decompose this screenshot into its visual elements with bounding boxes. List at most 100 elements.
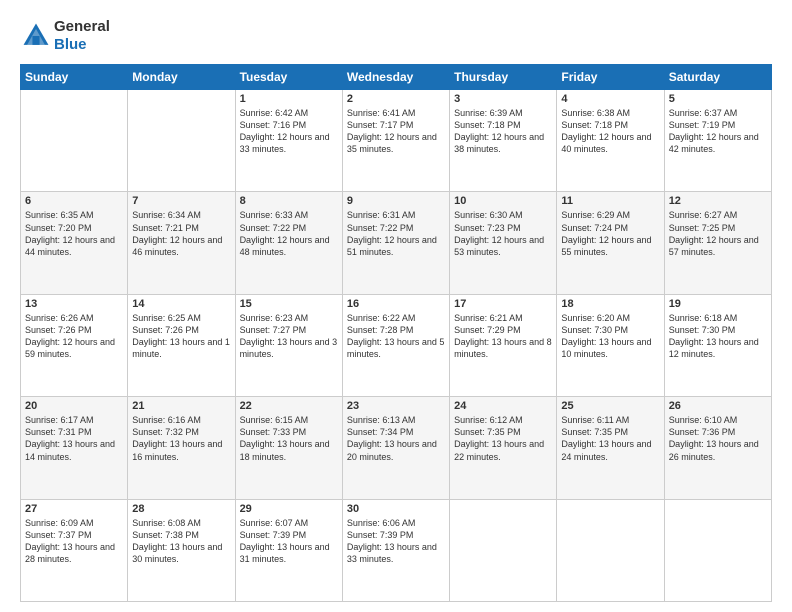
calendar-week-row: 6 Sunrise: 6:35 AM Sunset: 7:20 PM Daylig…: [21, 192, 772, 294]
day-number: 6: [25, 195, 123, 207]
calendar-cell: 3Sunrise: 6:39 AM Sunset: 7:18 PM Daylig…: [450, 90, 557, 192]
day-number: 8: [240, 195, 338, 207]
calendar-cell: 28 Sunrise: 6:08 AM Sunset: 7:38 PM Dayli…: [128, 499, 235, 601]
day-info: Sunrise: 6:07 AM Sunset: 7:39 PM Dayligh…: [240, 517, 338, 566]
day-info: Sunrise: 6:31 AM Sunset: 7:22 PM Dayligh…: [347, 209, 445, 258]
calendar-cell: 8 Sunrise: 6:33 AM Sunset: 7:22 PM Daylig…: [235, 192, 342, 294]
day-info: Sunrise: 6:20 AM Sunset: 7:30 PM Dayligh…: [561, 312, 659, 361]
calendar-cell: 18Sunrise: 6:20 AM Sunset: 7:30 PM Dayli…: [557, 294, 664, 396]
day-number: 22: [240, 400, 338, 412]
weekday-header-wednesday: Wednesday: [342, 65, 449, 90]
calendar-cell: [557, 499, 664, 601]
calendar-week-row: 1 Sunrise: 6:42 AM Sunset: 7:16 PM Daylig…: [21, 90, 772, 192]
calendar-cell: 13 Sunrise: 6:26 AM Sunset: 7:26 PM Dayli…: [21, 294, 128, 396]
day-info: Sunrise: 6:26 AM Sunset: 7:26 PM Dayligh…: [25, 312, 123, 361]
logo-blue: Blue: [54, 36, 87, 53]
calendar-cell: 11Sunrise: 6:29 AM Sunset: 7:24 PM Dayli…: [557, 192, 664, 294]
day-info: Sunrise: 6:25 AM Sunset: 7:26 PM Dayligh…: [132, 312, 230, 361]
day-number: 15: [240, 298, 338, 310]
day-info: Sunrise: 6:11 AM Sunset: 7:35 PM Dayligh…: [561, 414, 659, 463]
day-info: Sunrise: 6:30 AM Sunset: 7:23 PM Dayligh…: [454, 209, 552, 258]
day-info: Sunrise: 6:39 AM Sunset: 7:18 PM Dayligh…: [454, 107, 552, 156]
day-number: 25: [561, 400, 659, 412]
logo-icon: [20, 20, 52, 52]
day-number: 30: [347, 503, 445, 515]
day-info: Sunrise: 6:23 AM Sunset: 7:27 PM Dayligh…: [240, 312, 338, 361]
weekday-header-saturday: Saturday: [664, 65, 771, 90]
calendar-week-row: 20 Sunrise: 6:17 AM Sunset: 7:31 PM Dayli…: [21, 397, 772, 499]
day-number: 19: [669, 298, 767, 310]
day-info: Sunrise: 6:42 AM Sunset: 7:16 PM Dayligh…: [240, 107, 338, 156]
calendar-cell: 15 Sunrise: 6:23 AM Sunset: 7:27 PM Dayli…: [235, 294, 342, 396]
day-number: 24: [454, 400, 552, 412]
calendar-cell: 17 Sunrise: 6:21 AM Sunset: 7:29 PM Dayli…: [450, 294, 557, 396]
day-number: 1: [240, 93, 338, 105]
day-number: 4: [561, 93, 659, 105]
calendar-week-row: 13 Sunrise: 6:26 AM Sunset: 7:26 PM Dayli…: [21, 294, 772, 396]
logo-text: General Blue: [54, 18, 110, 54]
header: General Blue: [20, 18, 772, 54]
calendar-week-row: 27 Sunrise: 6:09 AM Sunset: 7:37 PM Dayli…: [21, 499, 772, 601]
day-info: Sunrise: 6:35 AM Sunset: 7:20 PM Dayligh…: [25, 209, 123, 258]
calendar-cell: 21 Sunrise: 6:16 AM Sunset: 7:32 PM Dayli…: [128, 397, 235, 499]
day-number: 21: [132, 400, 230, 412]
day-number: 20: [25, 400, 123, 412]
logo: General Blue: [20, 18, 110, 54]
day-info: Sunrise: 6:12 AM Sunset: 7:35 PM Dayligh…: [454, 414, 552, 463]
day-number: 13: [25, 298, 123, 310]
calendar-cell: 4 Sunrise: 6:38 AM Sunset: 7:18 PM Daylig…: [557, 90, 664, 192]
calendar-cell: 7Sunrise: 6:34 AM Sunset: 7:21 PM Daylig…: [128, 192, 235, 294]
day-info: Sunrise: 6:33 AM Sunset: 7:22 PM Dayligh…: [240, 209, 338, 258]
day-number: 11: [561, 195, 659, 207]
calendar-cell: [664, 499, 771, 601]
day-info: Sunrise: 6:16 AM Sunset: 7:32 PM Dayligh…: [132, 414, 230, 463]
day-number: 17: [454, 298, 552, 310]
calendar-cell: 24 Sunrise: 6:12 AM Sunset: 7:35 PM Dayli…: [450, 397, 557, 499]
calendar-cell: 14 Sunrise: 6:25 AM Sunset: 7:26 PM Dayli…: [128, 294, 235, 396]
calendar-cell: 19 Sunrise: 6:18 AM Sunset: 7:30 PM Dayli…: [664, 294, 771, 396]
day-info: Sunrise: 6:13 AM Sunset: 7:34 PM Dayligh…: [347, 414, 445, 463]
day-number: 12: [669, 195, 767, 207]
calendar-cell: [450, 499, 557, 601]
day-info: Sunrise: 6:06 AM Sunset: 7:39 PM Dayligh…: [347, 517, 445, 566]
calendar-cell: 22Sunrise: 6:15 AM Sunset: 7:33 PM Dayli…: [235, 397, 342, 499]
day-info: Sunrise: 6:37 AM Sunset: 7:19 PM Dayligh…: [669, 107, 767, 156]
calendar-cell: 10Sunrise: 6:30 AM Sunset: 7:23 PM Dayli…: [450, 192, 557, 294]
day-number: 14: [132, 298, 230, 310]
calendar-cell: 16 Sunrise: 6:22 AM Sunset: 7:28 PM Dayli…: [342, 294, 449, 396]
day-info: Sunrise: 6:08 AM Sunset: 7:38 PM Dayligh…: [132, 517, 230, 566]
day-number: 16: [347, 298, 445, 310]
day-info: Sunrise: 6:38 AM Sunset: 7:18 PM Dayligh…: [561, 107, 659, 156]
day-number: 28: [132, 503, 230, 515]
weekday-header-tuesday: Tuesday: [235, 65, 342, 90]
weekday-header-sunday: Sunday: [21, 65, 128, 90]
day-info: Sunrise: 6:18 AM Sunset: 7:30 PM Dayligh…: [669, 312, 767, 361]
day-info: Sunrise: 6:21 AM Sunset: 7:29 PM Dayligh…: [454, 312, 552, 361]
calendar-cell: 27 Sunrise: 6:09 AM Sunset: 7:37 PM Dayli…: [21, 499, 128, 601]
day-info: Sunrise: 6:22 AM Sunset: 7:28 PM Dayligh…: [347, 312, 445, 361]
calendar-cell: 20 Sunrise: 6:17 AM Sunset: 7:31 PM Dayli…: [21, 397, 128, 499]
calendar-cell: 26Sunrise: 6:10 AM Sunset: 7:36 PM Dayli…: [664, 397, 771, 499]
calendar-table: SundayMondayTuesdayWednesdayThursdayFrid…: [20, 64, 772, 602]
day-info: Sunrise: 6:09 AM Sunset: 7:37 PM Dayligh…: [25, 517, 123, 566]
calendar-cell: 1 Sunrise: 6:42 AM Sunset: 7:16 PM Daylig…: [235, 90, 342, 192]
weekday-header-friday: Friday: [557, 65, 664, 90]
weekday-header-thursday: Thursday: [450, 65, 557, 90]
logo-general: General: [54, 18, 110, 35]
day-number: 2: [347, 93, 445, 105]
calendar-cell: 12 Sunrise: 6:27 AM Sunset: 7:25 PM Dayli…: [664, 192, 771, 294]
day-info: Sunrise: 6:17 AM Sunset: 7:31 PM Dayligh…: [25, 414, 123, 463]
calendar-cell: [128, 90, 235, 192]
calendar-cell: 25 Sunrise: 6:11 AM Sunset: 7:35 PM Dayli…: [557, 397, 664, 499]
day-info: Sunrise: 6:27 AM Sunset: 7:25 PM Dayligh…: [669, 209, 767, 258]
page: General Blue SundayMondayTuesdayWednesda…: [0, 0, 792, 612]
day-number: 27: [25, 503, 123, 515]
day-number: 9: [347, 195, 445, 207]
day-number: 23: [347, 400, 445, 412]
weekday-header-row: SundayMondayTuesdayWednesdayThursdayFrid…: [21, 65, 772, 90]
calendar-cell: 2Sunrise: 6:41 AM Sunset: 7:17 PM Daylig…: [342, 90, 449, 192]
calendar-cell: 30 Sunrise: 6:06 AM Sunset: 7:39 PM Dayli…: [342, 499, 449, 601]
day-number: 7: [132, 195, 230, 207]
calendar-cell: 6 Sunrise: 6:35 AM Sunset: 7:20 PM Daylig…: [21, 192, 128, 294]
day-number: 29: [240, 503, 338, 515]
